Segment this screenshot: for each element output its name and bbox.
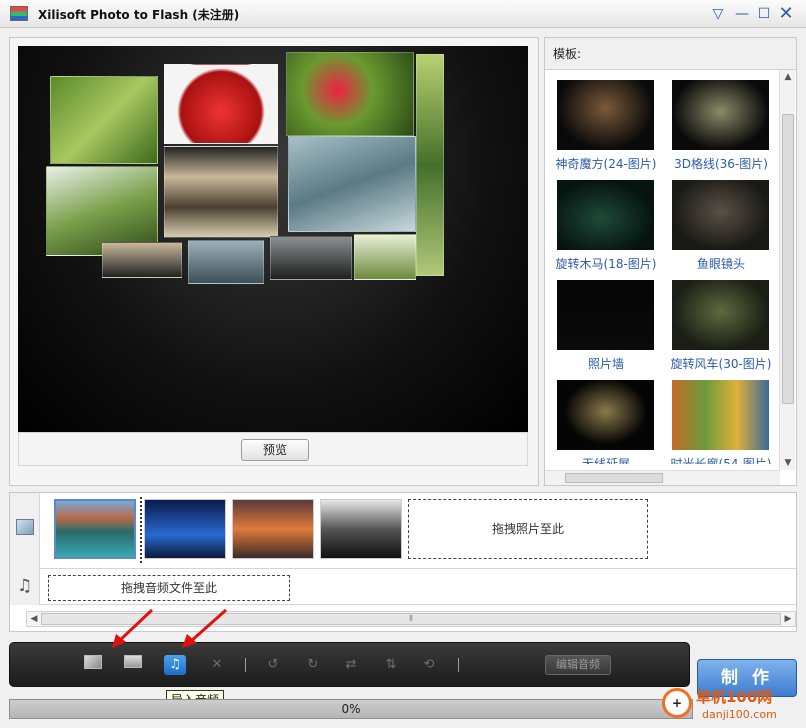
scrollbar-thumb[interactable] [782,114,794,404]
flip-icon[interactable]: ⇅ [380,655,402,675]
swap-icon[interactable]: ⇄ [340,655,362,675]
maximize-button[interactable]: ☐ [754,4,774,24]
annotation-arrow [112,608,154,648]
undo-icon[interactable]: ⟲ [418,655,440,675]
minimize-button[interactable]: — [732,4,752,24]
preview-tile [270,236,352,280]
template-item[interactable]: 鱼眼镜头 [666,178,776,274]
photo-track: 拖拽照片至此 [40,493,796,569]
template-item[interactable]: 旋转木马(18-图片) [551,178,661,274]
preview-tile [288,136,416,232]
template-label: 旋转木马(18-图片) [555,257,657,271]
music-note-icon: ♫ [17,576,33,596]
image-icon [16,519,34,535]
template-thumbnail [557,280,654,350]
watermark-url: danji100.com [702,708,777,721]
progress-label: 0% [341,702,361,716]
template-item[interactable]: 神奇魔方(24-图片) [551,78,661,174]
template-label: 照片墙 [587,357,624,371]
template-label: 旋转风车(30-图片) [670,357,772,371]
audio-drop-zone[interactable]: 拖拽音频文件至此 [48,575,290,601]
scrollbar-thumb[interactable] [565,473,663,483]
template-label: 神奇魔方(24-图片) [555,157,657,171]
template-item[interactable]: 无线延展 [551,378,661,464]
photo-thumbnail[interactable] [144,499,226,559]
preview-tile [164,146,278,238]
watermark-logo: + [662,688,692,718]
template-label: 无线延展 [581,457,630,464]
preview-tile [354,234,416,280]
template-vertical-scrollbar[interactable]: ▲ ▼ [779,70,795,470]
rotate-right-icon[interactable]: ↻ [302,655,324,675]
photo-thumbnail[interactable] [54,499,136,559]
close-button[interactable]: ✕ [776,4,796,24]
preview-stage [18,46,528,432]
preview-panel: 预览 [9,37,539,486]
preview-tile [164,64,278,144]
template-thumbnail [557,380,654,450]
template-panel: 模板: 神奇魔方(24-图片) 3D格线(36-图片) 旋转木马(18-图片) … [544,37,797,486]
preview-tile [286,52,414,136]
app-icon [10,6,28,21]
template-thumbnail [672,80,769,150]
dropdown-icon[interactable]: ▽ [708,4,728,24]
import-audio-icon[interactable]: ♫ [164,655,186,675]
preview-tile [416,54,444,276]
title-bar: Xilisoft Photo to Flash (未注册) ▽ — ☐ ✕ [0,0,806,28]
window-title: Xilisoft Photo to Flash (未注册) [38,8,240,22]
template-thumbnail [672,380,769,450]
add-folder-icon[interactable] [122,655,144,675]
audio-drop-text: 拖拽音频文件至此 [120,581,217,595]
toolbar-separator [458,658,459,672]
photo-drop-zone[interactable]: 拖拽照片至此 [408,499,648,559]
template-label: 3D格线(36-图片) [674,157,768,171]
add-photo-icon[interactable] [82,655,104,675]
template-thumbnail [672,180,769,250]
preview-button-bar: 预览 [18,432,528,466]
annotation-arrow [182,608,227,648]
preview-tile [102,242,182,278]
watermark-text: 单机100网 [696,688,773,706]
template-item[interactable]: 旋转风车(30-图片) [666,278,776,374]
scroll-right-icon[interactable]: ▶ [781,612,795,626]
delete-icon[interactable]: ✕ [206,655,228,675]
audio-track-header: ♫ [10,569,40,605]
template-horizontal-scrollbar[interactable] [545,470,780,485]
photo-thumbnail[interactable] [320,499,402,559]
watermark: + 单机100网 danji100.com [660,684,806,728]
template-header: 模板: [545,38,796,70]
template-label: 鱼眼镜头 [696,257,745,271]
rotate-left-icon[interactable]: ↺ [262,655,284,675]
photo-track-header [10,493,40,569]
preview-button[interactable]: 预览 [241,439,309,461]
preview-tile [50,76,158,164]
template-thumbnail [557,80,654,150]
preview-tile [188,240,264,284]
photo-thumbnail[interactable] [232,499,314,559]
template-label: 时光长廊(54-图片) [670,457,772,464]
template-item[interactable]: 时光长廊(54-图片) [666,378,776,464]
scroll-down-icon[interactable]: ▼ [780,456,796,470]
audio-track: 拖拽音频文件至此 [40,569,796,605]
toolbar-separator [245,658,246,672]
template-item[interactable]: 3D格线(36-图片) [666,78,776,174]
template-item[interactable]: 照片墙 [551,278,661,374]
progress-bar: 0% [9,699,693,719]
template-grid: 神奇魔方(24-图片) 3D格线(36-图片) 旋转木马(18-图片) 鱼眼镜头… [551,78,777,464]
scroll-up-icon[interactable]: ▲ [780,70,796,84]
edit-audio-button[interactable]: 编辑音频 [545,655,611,675]
scroll-left-icon[interactable]: ◀ [27,612,41,626]
insert-marker [140,497,142,563]
photo-drop-text: 拖拽照片至此 [491,522,564,536]
template-thumbnail [557,180,654,250]
template-thumbnail [672,280,769,350]
